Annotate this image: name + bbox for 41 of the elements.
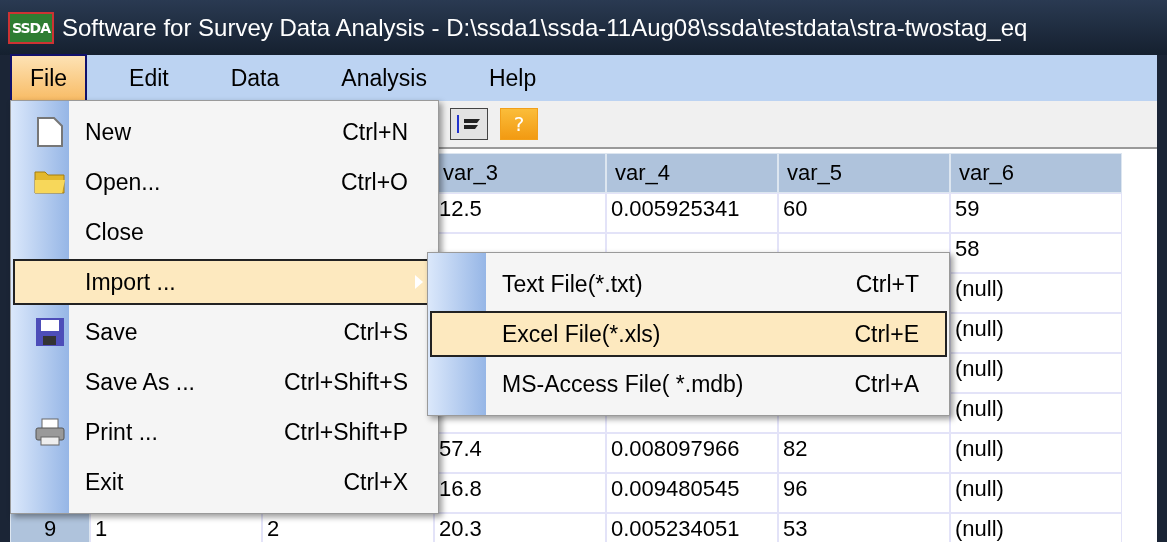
menu-bar-item[interactable]: Help xyxy=(468,53,557,103)
table-cell: (null) xyxy=(950,473,1122,513)
table-cell: (null) xyxy=(950,353,1122,393)
column-header[interactable]: var_6 xyxy=(950,153,1122,193)
table-cell: (null) xyxy=(950,513,1122,542)
table-cell: 0.005925341 xyxy=(606,193,778,233)
folder-icon xyxy=(33,168,67,196)
table-cell: 58 xyxy=(950,233,1122,273)
menu-bar-item[interactable]: Analysis xyxy=(321,53,447,103)
table-cell: 60 xyxy=(778,193,950,233)
window-title: Software for Survey Data Analysis - D:\ssda1\ssda-11Aug08\ssda\testdata\stra-twostag_eq xyxy=(62,13,1028,42)
table-cell: (null) xyxy=(950,313,1122,353)
submenu-arrow-icon xyxy=(414,274,424,290)
app-logo: SSDA xyxy=(8,11,54,44)
document-icon xyxy=(36,116,64,148)
table-cell: (null) xyxy=(950,393,1122,433)
menu-bar-item[interactable]: File xyxy=(10,53,88,103)
column-header[interactable]: var_5 xyxy=(778,153,950,193)
menu-item[interactable]: MS-Access File( *.mdb) Ctrl+A xyxy=(430,361,947,407)
menu-item[interactable]: Close xyxy=(13,209,436,255)
menu-item[interactable]: Open... Ctrl+O xyxy=(13,159,436,205)
printer-icon xyxy=(34,417,66,447)
table-cell: 0.009480545 xyxy=(606,473,778,513)
row-header[interactable]: 9 xyxy=(10,513,90,542)
table-cell: 59 xyxy=(950,193,1122,233)
table-cell: (null) xyxy=(950,433,1122,473)
table-cell: 96 xyxy=(778,473,950,513)
table-cell: (null) xyxy=(950,273,1122,313)
menu-item[interactable]: Exit Ctrl+X xyxy=(13,459,436,505)
table-cell: 0.005234051 xyxy=(606,513,778,542)
menu-bar-item[interactable]: Edit xyxy=(109,53,189,103)
table-cell: 82 xyxy=(778,433,950,473)
menu-item[interactable]: New Ctrl+N xyxy=(13,109,436,155)
table-cell: 20.3 xyxy=(434,513,606,542)
menu-bar-item[interactable]: Data xyxy=(210,53,300,103)
menu-item[interactable]: Excel File(*.xls) Ctrl+E xyxy=(430,311,947,357)
table-cell: 0.008097966 xyxy=(606,433,778,473)
sort-icon[interactable] xyxy=(450,108,488,140)
menu-item[interactable]: Print ... Ctrl+Shift+P xyxy=(13,409,436,455)
column-header[interactable]: var_4 xyxy=(606,153,778,193)
table-cell: 53 xyxy=(778,513,950,542)
